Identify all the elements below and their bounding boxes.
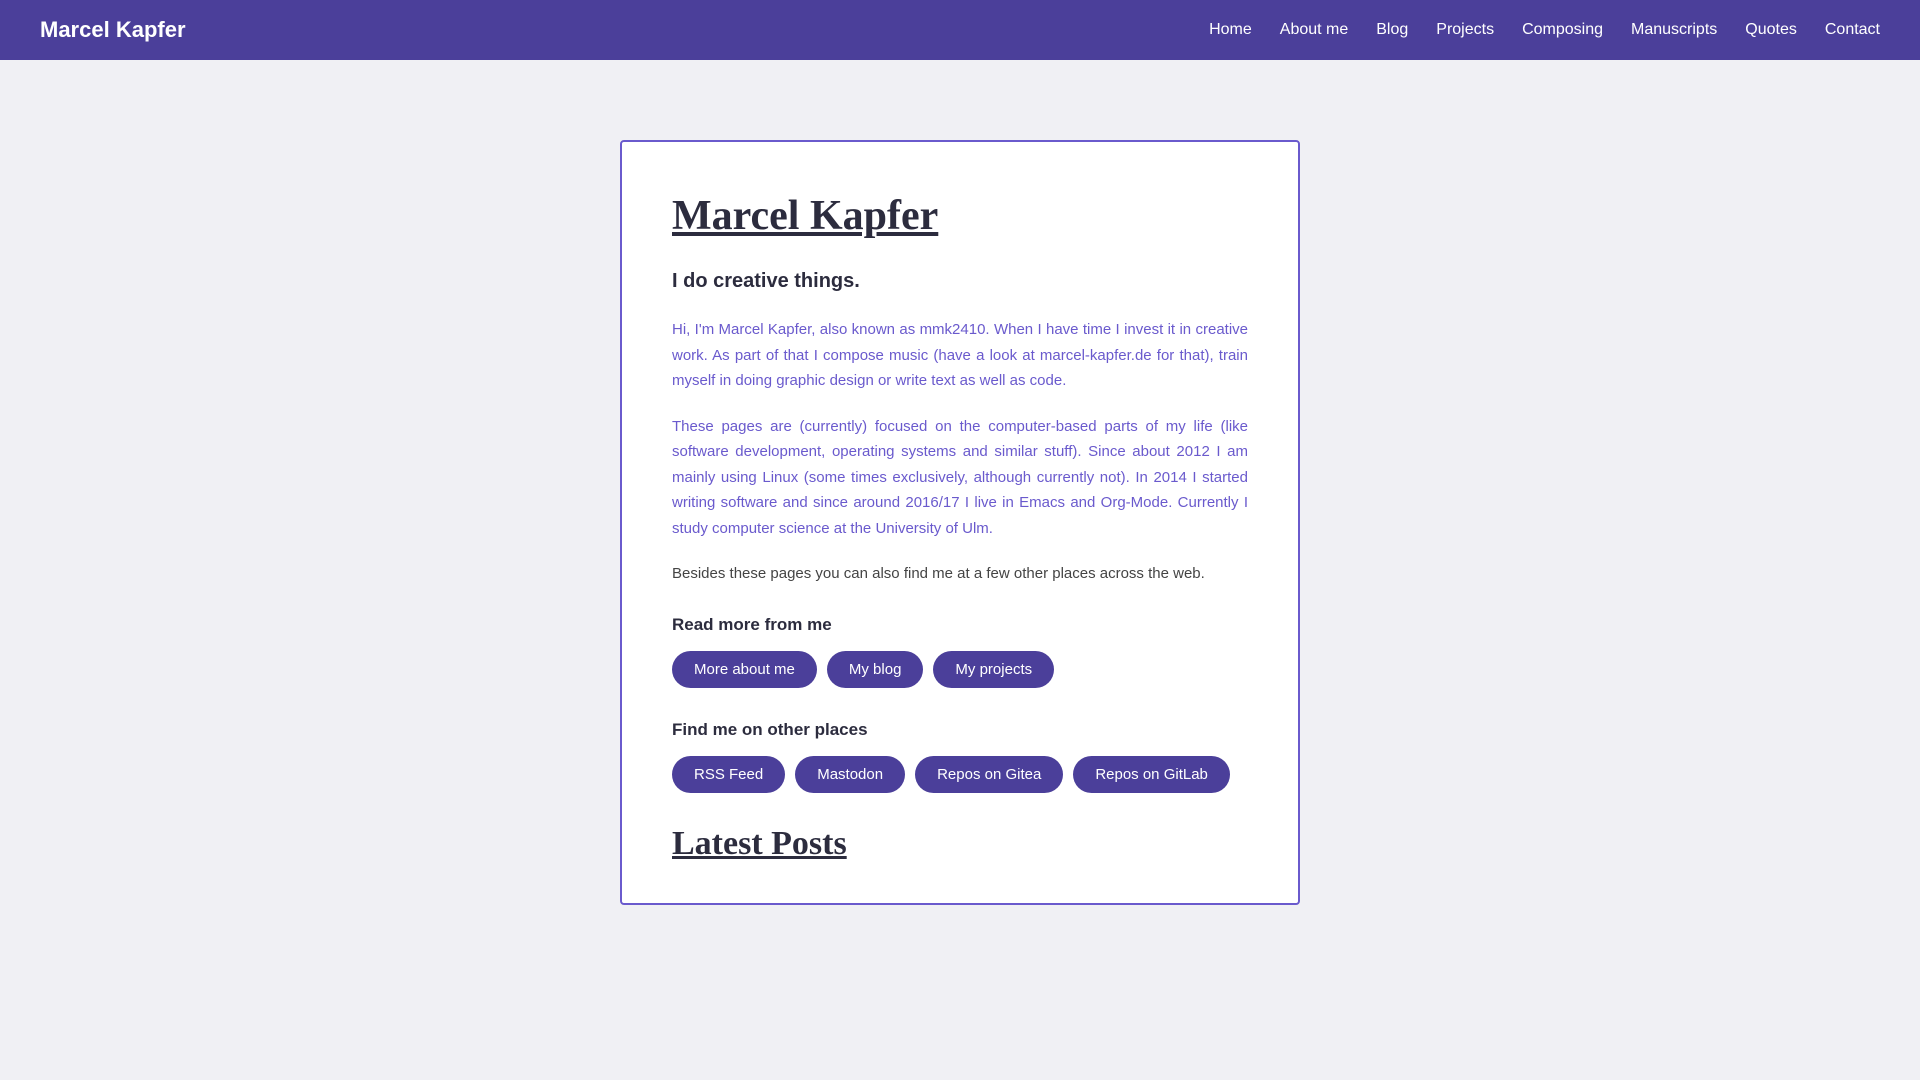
latest-posts-heading: Latest Posts (672, 825, 1248, 863)
nav-item-blog[interactable]: Blog (1376, 21, 1408, 39)
page-title: Marcel Kapfer (672, 192, 1248, 240)
nav-item-about-me[interactable]: About me (1280, 21, 1348, 39)
btn-rss-feed[interactable]: RSS Feed (672, 756, 785, 793)
nav-item-quotes[interactable]: Quotes (1745, 21, 1797, 39)
btn-repos-on-gitlab[interactable]: Repos on GitLab (1073, 756, 1230, 793)
find-me-buttons: RSS Feed Mastodon Repos on Gitea Repos on G… (672, 756, 1248, 793)
intro-paragraph-2: These pages are (currently) focused on t… (672, 414, 1248, 542)
nav-item-home[interactable]: Home (1209, 21, 1252, 39)
read-more-heading: Read more from me (672, 615, 1248, 635)
btn-repos-on-gitea[interactable]: Repos on Gitea (915, 756, 1063, 793)
nav-item-contact[interactable]: Contact (1825, 21, 1880, 39)
intro-paragraph-3: Besides these pages you can also find me… (672, 561, 1248, 587)
nav-item-composing[interactable]: Composing (1522, 21, 1603, 39)
btn-my-projects[interactable]: My projects (933, 651, 1054, 688)
main-nav: Home About me Blog Projects Composing Manuscr… (1209, 21, 1880, 39)
site-title: Marcel Kapfer (40, 17, 186, 43)
btn-mastodon[interactable]: Mastodon (795, 756, 905, 793)
find-me-heading: Find me on other places (672, 720, 1248, 740)
btn-more-about-me[interactable]: More about me (672, 651, 817, 688)
nav-item-projects[interactable]: Projects (1436, 21, 1494, 39)
page-content: Marcel Kapfer I do creative things. Hi, … (0, 60, 1920, 985)
btn-my-blog[interactable]: My blog (827, 651, 924, 688)
site-header: Marcel Kapfer Home About me Blog Projects Co… (0, 0, 1920, 60)
read-more-buttons: More about me My blogMy projects (672, 651, 1248, 688)
intro-paragraph-1: Hi, I'm Marcel Kapfer, also known as mmk… (672, 317, 1248, 394)
main-card: Marcel Kapfer I do creative things. Hi, … (620, 140, 1300, 905)
nav-item-manuscripts[interactable]: Manuscripts (1631, 21, 1717, 39)
tagline: I do creative things. (672, 270, 1248, 293)
